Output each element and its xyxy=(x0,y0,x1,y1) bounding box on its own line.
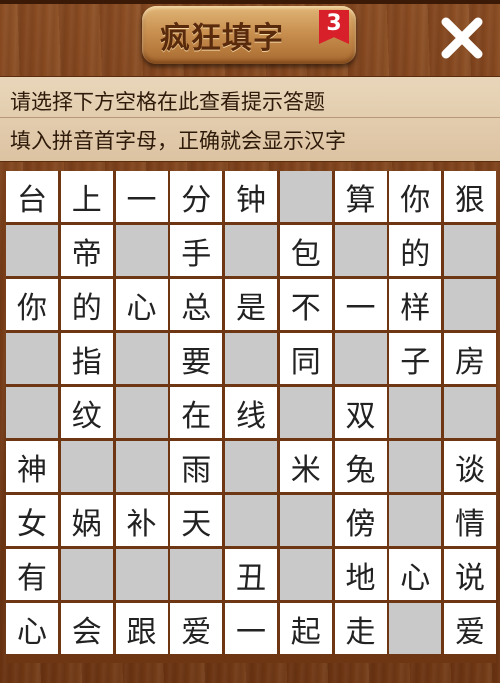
grid-cell-filled[interactable]: 是 xyxy=(225,279,277,330)
grid-cell-filled[interactable]: 神 xyxy=(6,441,58,492)
grid-cell-empty[interactable] xyxy=(115,387,168,438)
grid-cell-filled[interactable]: 台 xyxy=(6,171,58,222)
grid-cell-empty[interactable] xyxy=(444,225,496,276)
grid-cell-filled[interactable]: 不 xyxy=(279,279,332,330)
grid-cell-filled[interactable]: 双 xyxy=(334,387,387,438)
grid-cell-empty[interactable] xyxy=(115,549,168,600)
grid-cell-filled[interactable]: 跟 xyxy=(115,603,168,654)
grid-cell-filled[interactable]: 你 xyxy=(6,279,58,330)
grid-cell-filled[interactable]: 房 xyxy=(444,333,496,384)
grid-cell-filled[interactable]: 帝 xyxy=(60,225,113,276)
grid-cell-filled[interactable]: 心 xyxy=(115,279,168,330)
grid-cell-filled[interactable]: 一 xyxy=(334,279,387,330)
grid-cell-filled[interactable]: 在 xyxy=(170,387,223,438)
grid-cell-filled[interactable]: 一 xyxy=(115,171,168,222)
grid-cell-empty[interactable] xyxy=(279,387,332,438)
grid-cell-empty[interactable] xyxy=(225,333,277,384)
grid-cell-empty[interactable] xyxy=(279,171,332,222)
grid-cell-filled[interactable]: 情 xyxy=(444,495,496,546)
grid-cell-filled[interactable]: 会 xyxy=(60,603,113,654)
grid-cell-empty[interactable] xyxy=(170,549,223,600)
grid-cell-filled[interactable]: 心 xyxy=(389,549,442,600)
grid-cell-filled[interactable]: 补 xyxy=(115,495,168,546)
grid-cell-filled[interactable]: 米 xyxy=(279,441,332,492)
grid-cell-empty[interactable] xyxy=(389,441,442,492)
close-x-icon xyxy=(441,17,483,59)
grid-cell-filled[interactable]: 总 xyxy=(170,279,223,330)
top-edge xyxy=(0,0,500,4)
grid-cell-filled[interactable]: 的 xyxy=(60,279,113,330)
game-title: 疯狂填字 xyxy=(160,21,284,56)
grid-cell-filled[interactable]: 包 xyxy=(279,225,332,276)
grid-cell-empty[interactable] xyxy=(6,387,58,438)
grid-cell-filled[interactable]: 天 xyxy=(170,495,223,546)
hint-instruction-pinyin: 填入拼音首字母，正确就会显示汉字 xyxy=(10,129,346,153)
grid-cell-filled[interactable]: 谈 xyxy=(444,441,496,492)
grid-cell-empty[interactable] xyxy=(334,333,387,384)
grid-cell-filled[interactable]: 子 xyxy=(389,333,442,384)
grid-cell-empty[interactable] xyxy=(334,225,387,276)
grid-cell-filled[interactable]: 爱 xyxy=(170,603,223,654)
grid-cell-empty[interactable] xyxy=(6,225,58,276)
grid-cell-filled[interactable]: 爱 xyxy=(444,603,496,654)
grid-cell-filled[interactable]: 同 xyxy=(279,333,332,384)
grid-cell-empty[interactable] xyxy=(279,495,332,546)
grid-cell-filled[interactable]: 纹 xyxy=(60,387,113,438)
grid-cell-filled[interactable]: 地 xyxy=(334,549,387,600)
grid-cell-empty[interactable] xyxy=(6,333,58,384)
grid-cell-empty[interactable] xyxy=(444,279,496,330)
grid-cell-empty[interactable] xyxy=(389,387,442,438)
grid-cell-filled[interactable]: 有 xyxy=(6,549,58,600)
hint-panel[interactable]: 请选择下方空格在此查看提示答题 填入拼音首字母，正确就会显示汉字 xyxy=(0,76,500,162)
grid-cell-filled[interactable]: 走 xyxy=(334,603,387,654)
hint-divider xyxy=(0,117,500,118)
grid-cell-filled[interactable]: 雨 xyxy=(170,441,223,492)
grid-cell-filled[interactable]: 线 xyxy=(225,387,277,438)
grid-cell-filled[interactable]: 分 xyxy=(170,171,223,222)
grid-cell-filled[interactable]: 手 xyxy=(170,225,223,276)
grid-cell-filled[interactable]: 女 xyxy=(6,495,58,546)
grid-cell-filled[interactable]: 一 xyxy=(225,603,277,654)
hint-instruction-select: 请选择下方空格在此查看提示答题 xyxy=(10,90,325,114)
grid-cell-filled[interactable]: 你 xyxy=(389,171,442,222)
grid-cell-filled[interactable]: 傍 xyxy=(334,495,387,546)
grid-cell-filled[interactable]: 说 xyxy=(444,549,496,600)
grid-cell-filled[interactable]: 娲 xyxy=(60,495,113,546)
grid-cell-empty[interactable] xyxy=(225,441,277,492)
grid-cell-filled[interactable]: 兔 xyxy=(334,441,387,492)
grid-cell-empty[interactable] xyxy=(60,549,113,600)
close-icon[interactable] xyxy=(438,14,486,62)
grid-cell-filled[interactable]: 指 xyxy=(60,333,113,384)
crossword-grid: 台上一分钟算你狠帝手包的你的心总是不一样指要同子房纹在线双神雨米兔谈女娲补天傍情… xyxy=(6,171,496,663)
grid-cell-filled[interactable]: 上 xyxy=(60,171,113,222)
grid-cell-filled[interactable]: 起 xyxy=(279,603,332,654)
grid-cell-filled[interactable]: 样 xyxy=(389,279,442,330)
grid-cell-empty[interactable] xyxy=(225,495,277,546)
grid-cell-empty[interactable] xyxy=(279,549,332,600)
grid-cell-filled[interactable]: 的 xyxy=(389,225,442,276)
grid-cell-empty[interactable] xyxy=(115,225,168,276)
grid-cell-empty[interactable] xyxy=(115,441,168,492)
grid-cell-empty[interactable] xyxy=(389,603,442,654)
grid-cell-filled[interactable]: 要 xyxy=(170,333,223,384)
grid-cell-empty[interactable] xyxy=(225,225,277,276)
grid-cell-filled[interactable]: 钟 xyxy=(225,171,277,222)
grid-cell-filled[interactable]: 丑 xyxy=(225,549,277,600)
grid-cell-empty[interactable] xyxy=(60,441,113,492)
grid-cell-filled[interactable]: 心 xyxy=(6,603,58,654)
grid-cell-empty[interactable] xyxy=(389,495,442,546)
grid-cell-empty[interactable] xyxy=(115,333,168,384)
grid-cell-filled[interactable]: 算 xyxy=(334,171,387,222)
grid-cell-empty[interactable] xyxy=(444,387,496,438)
grid-cell-filled[interactable]: 狠 xyxy=(444,171,496,222)
